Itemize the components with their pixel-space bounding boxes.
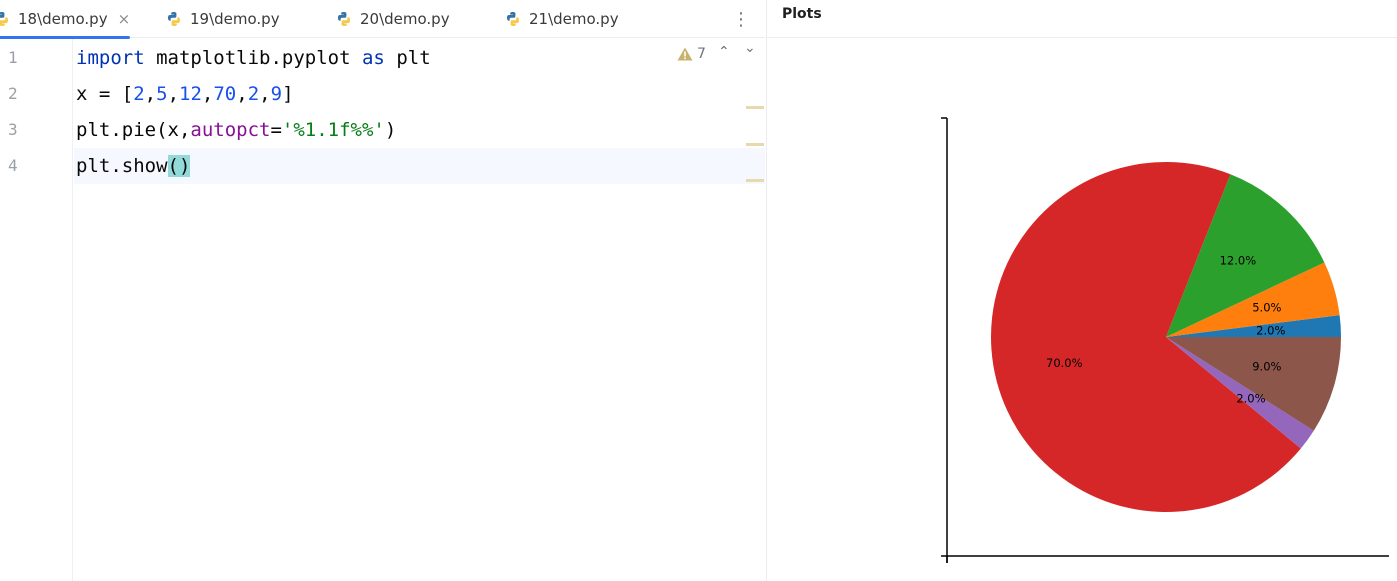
number-literal: 12 <box>179 83 202 105</box>
python-file-icon <box>168 12 180 26</box>
number-literal: 2 <box>247 83 260 105</box>
warning-stripe-mark[interactable] <box>746 179 764 182</box>
comma: , <box>167 83 180 105</box>
pie-slice-label: 9.0% <box>1252 359 1281 373</box>
line-number: 1 <box>8 48 18 67</box>
warning-count: 7 <box>697 46 706 62</box>
keyword: import <box>76 47 145 69</box>
code-line-4[interactable]: plt.show() <box>74 148 765 184</box>
module-name: matplotlib.pyplot <box>144 47 362 69</box>
comma: , <box>144 83 157 105</box>
code-text: plt.pie(x, <box>76 119 191 141</box>
code-text: ) <box>384 119 397 141</box>
number-literal: 5 <box>156 83 168 105</box>
code-text: = <box>270 119 282 141</box>
tab-label: 20\demo.py <box>360 10 450 28</box>
code-text: x = [ <box>76 83 134 105</box>
pie-chart: 2.0% 5.0% 12.0% 70.0% 2.0% 9.0% <box>941 117 1389 563</box>
line-number: 3 <box>8 120 18 139</box>
next-highlight-icon[interactable]: ⌄ <box>744 40 756 56</box>
previous-highlight-icon[interactable]: ⌃ <box>718 44 730 60</box>
pie-slice-label: 5.0% <box>1252 301 1281 315</box>
code-area[interactable]: import matplotlib.pyplot as plt x = [2, 5… <box>74 39 765 581</box>
pie-slices: 2.0% 5.0% 12.0% 70.0% 2.0% 9.0% <box>990 162 1341 513</box>
more-tabs-icon[interactable]: ⋮ <box>732 0 750 38</box>
line-number: 2 <box>8 84 18 103</box>
number-literal: 70 <box>213 83 237 105</box>
plots-tool-window: Plots 2.0% 5.0% 12.0% 70.0% 2.0% 9.0% <box>766 0 1397 581</box>
number-literal: 9 <box>270 83 283 105</box>
keyword-argument: autopct <box>190 119 271 141</box>
tab-18-demo[interactable]: 18\demo.py × <box>0 0 131 39</box>
warning-stripe-mark[interactable] <box>746 143 764 146</box>
code-line-1[interactable]: import matplotlib.pyplot as plt <box>74 40 765 76</box>
python-file-icon <box>0 12 8 26</box>
warning-icon <box>677 47 693 61</box>
tab-21-demo[interactable]: 21\demo.py <box>505 0 619 38</box>
code-text: plt.show <box>76 155 168 177</box>
editor-tab-bar: 18\demo.py × 19\demo.py 20\demo.py 21\de… <box>0 0 765 39</box>
code-text: ] <box>282 83 294 105</box>
tab-19-demo[interactable]: 19\demo.py <box>166 0 280 38</box>
comma: , <box>259 83 271 105</box>
pie-slice-label: 2.0% <box>1236 392 1265 406</box>
tab-20-demo[interactable]: 20\demo.py <box>336 0 450 38</box>
comma: , <box>236 83 248 105</box>
python-file-icon <box>507 12 519 26</box>
tab-label: 19\demo.py <box>190 10 280 28</box>
code-editor: 18\demo.py × 19\demo.py 20\demo.py 21\de… <box>0 0 765 581</box>
python-file-icon <box>338 12 350 26</box>
line-number: 4 <box>8 156 18 175</box>
warning-stripe-mark[interactable] <box>746 106 764 109</box>
plots-title: Plots <box>782 6 822 22</box>
close-icon[interactable]: × <box>118 10 131 28</box>
matched-parentheses: () <box>167 155 191 177</box>
alias: plt <box>384 47 431 69</box>
string-literal: '%1.1f%%' <box>281 119 385 141</box>
code-line-2[interactable]: x = [2, 5, 12, 70, 2, 9] <box>74 76 765 112</box>
line-number-gutter: 1 2 3 4 <box>0 39 73 581</box>
plots-header: Plots <box>767 0 1397 38</box>
tab-label: 21\demo.py <box>529 10 619 28</box>
comma: , <box>201 83 214 105</box>
pie-slice-label: 2.0% <box>1256 323 1285 337</box>
pie-slice-label: 12.0% <box>1220 253 1257 267</box>
code-line-3[interactable]: plt.pie(x, autopct = '%1.1f%%') <box>74 112 765 148</box>
pie-slice-label: 70.0% <box>1046 356 1083 370</box>
inspection-widget[interactable]: 7 <box>677 46 706 62</box>
keyword: as <box>361 47 385 69</box>
number-literal: 2 <box>133 83 145 105</box>
tab-label: 18\demo.py <box>18 10 108 28</box>
